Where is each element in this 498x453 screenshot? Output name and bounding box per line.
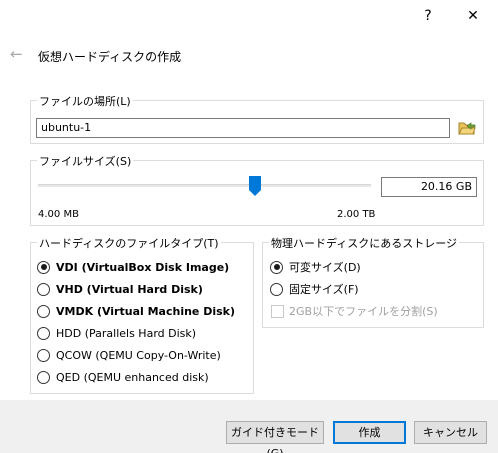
back-arrow-icon[interactable]: ← [10,45,23,63]
cancel-button[interactable]: キャンセル [414,421,487,444]
dialog-footer: ガイド付きモード(G) 作成 キャンセル [0,400,498,453]
title-bar: ? ✕ [0,0,498,32]
split-file-label: 2GB以下でファイルを分割(S) [289,305,438,318]
file-type-label: VHD (Virtual Hard Disk) [56,282,203,296]
help-button[interactable]: ? [418,6,438,26]
file-type-option[interactable]: VDI (VirtualBox Disk Image) [37,258,229,276]
radio-indicator[interactable] [37,304,50,318]
dialog-content: ← 仮想ハードディスクの作成 ファイルの場所(L) ubuntu-1 ファイルサ… [0,32,498,400]
file-type-option[interactable]: HDD (Parallels Hard Disk) [37,324,196,342]
folder-icon[interactable] [458,120,476,136]
file-size-slider-track[interactable] [38,184,371,187]
min-size-label: 4.00 MB [38,209,79,220]
file-type-option[interactable]: VHD (Virtual Hard Disk) [37,280,203,298]
radio-indicator[interactable] [37,348,50,362]
dynamic-size-label: 可変サイズ(D) [289,261,361,274]
create-button[interactable]: 作成 [333,421,406,444]
max-size-label: 2.00 TB [337,209,376,220]
file-type-option[interactable]: QED (QEMU enhanced disk) [37,368,209,386]
radio-indicator[interactable] [37,282,50,296]
page-title: 仮想ハードディスクの作成 [38,50,182,64]
file-type-label: QED (QEMU enhanced disk) [56,370,209,384]
file-size-legend: ファイルサイズ(S) [37,153,134,169]
radio-indicator[interactable] [37,370,50,384]
file-type-option[interactable]: QCOW (QEMU Copy-On-Write) [37,346,221,364]
file-type-label: QCOW (QEMU Copy-On-Write) [56,348,221,362]
storage-legend: 物理ハードディスクにあるストレージ [269,235,460,251]
guided-mode-button[interactable]: ガイド付きモード(G) [226,421,324,453]
file-type-label: VDI (VirtualBox Disk Image) [56,260,230,274]
close-button[interactable]: ✕ [463,6,483,26]
file-type-legend: ハードディスクのファイルタイプ(T) [37,235,221,251]
fixed-size-radio[interactable]: 固定サイズ(F) [270,280,359,298]
file-location-legend: ファイルの場所(L) [37,93,133,109]
checkbox-indicator[interactable] [271,304,284,318]
file-type-label: HDD (Parallels Hard Disk) [56,326,197,340]
radio-indicator[interactable] [37,260,50,274]
file-size-input[interactable]: 20.16 GB [381,177,477,197]
file-location-input[interactable]: ubuntu-1 [36,118,450,138]
file-type-label: VMDK (Virtual Machine Disk) [56,304,236,318]
split-file-checkbox[interactable]: 2GB以下でファイルを分割(S) [271,302,438,320]
dynamic-size-radio[interactable]: 可変サイズ(D) [270,258,361,276]
radio-indicator[interactable] [37,326,50,340]
file-size-slider-thumb[interactable] [249,176,261,196]
file-type-option[interactable]: VMDK (Virtual Machine Disk) [37,302,235,320]
radio-indicator[interactable] [270,260,283,274]
fixed-size-label: 固定サイズ(F) [289,283,359,296]
radio-indicator[interactable] [270,282,283,296]
